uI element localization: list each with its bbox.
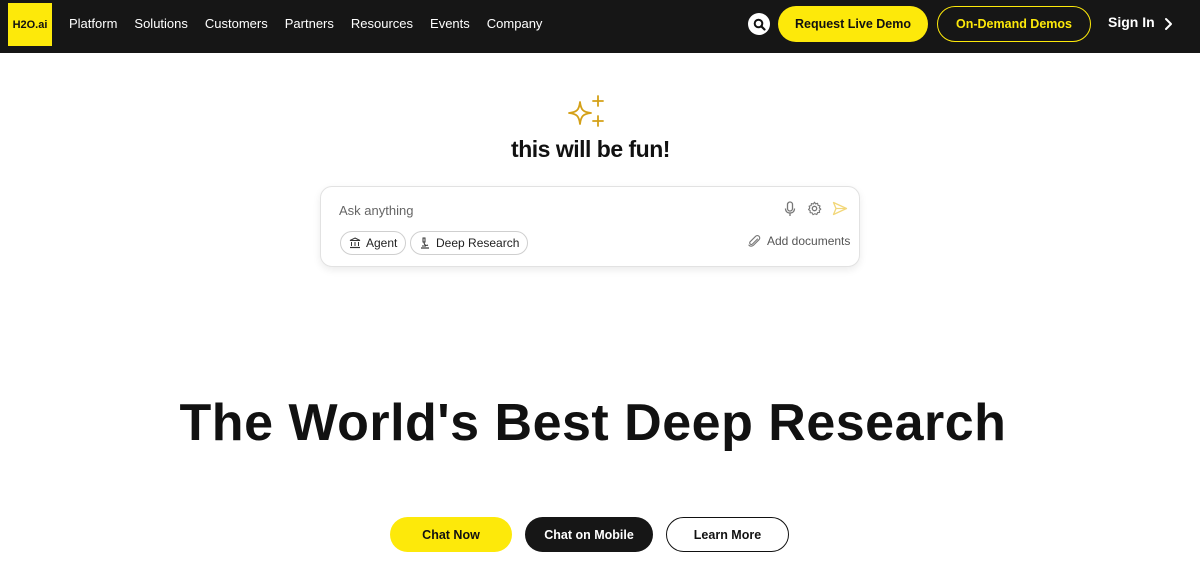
chat-now-button[interactable]: Chat Now <box>390 517 512 552</box>
add-documents-button[interactable]: Add documents <box>748 234 850 248</box>
agent-chip[interactable]: Agent <box>340 231 407 255</box>
search-icon <box>753 18 766 31</box>
chat-on-mobile-button[interactable]: Chat on Mobile <box>525 517 653 552</box>
gear-icon[interactable] <box>807 201 822 216</box>
learn-more-button[interactable]: Learn More <box>666 517 789 552</box>
microphone-icon[interactable] <box>784 201 796 217</box>
top-nav: H2O.ai Platform Solutions Customers Part… <box>0 0 1200 53</box>
logo-text: H2O.ai <box>12 18 48 31</box>
h2o-logo[interactable]: H2O.ai <box>8 3 52 46</box>
nav-link-events[interactable]: Events <box>430 16 470 31</box>
deep-research-chip-label: Deep Research <box>436 236 520 250</box>
agent-icon <box>349 237 361 249</box>
chat-prompt-box: Agent Deep Research Add documents <box>320 186 860 267</box>
nav-link-resources[interactable]: Resources <box>351 16 413 31</box>
research-icon <box>421 237 429 249</box>
send-icon[interactable] <box>832 201 848 216</box>
paperclip-icon <box>748 234 761 247</box>
nav-link-partners[interactable]: Partners <box>285 16 334 31</box>
main-headline: The World's Best Deep Research <box>179 394 1007 452</box>
nav-link-customers[interactable]: Customers <box>205 16 268 31</box>
deep-research-chip[interactable]: Deep Research <box>410 231 529 255</box>
ask-anything-input[interactable] <box>339 200 759 220</box>
on-demand-demos-button[interactable]: On-Demand Demos <box>937 6 1091 42</box>
sparkle-icon <box>568 95 604 127</box>
chevron-right-icon[interactable] <box>1163 16 1175 32</box>
nav-links: Platform Solutions Customers Partners Re… <box>69 0 559 47</box>
search-button[interactable] <box>748 13 770 35</box>
agent-chip-label: Agent <box>366 236 398 250</box>
request-live-demo-button[interactable]: Request Live Demo <box>778 6 928 42</box>
tagline: this will be fun! <box>511 136 670 162</box>
sign-in-link[interactable]: Sign In <box>1108 14 1155 30</box>
add-documents-label: Add documents <box>767 234 851 248</box>
nav-link-company[interactable]: Company <box>487 16 543 31</box>
nav-link-platform[interactable]: Platform <box>69 16 117 31</box>
nav-link-solutions[interactable]: Solutions <box>134 16 187 31</box>
